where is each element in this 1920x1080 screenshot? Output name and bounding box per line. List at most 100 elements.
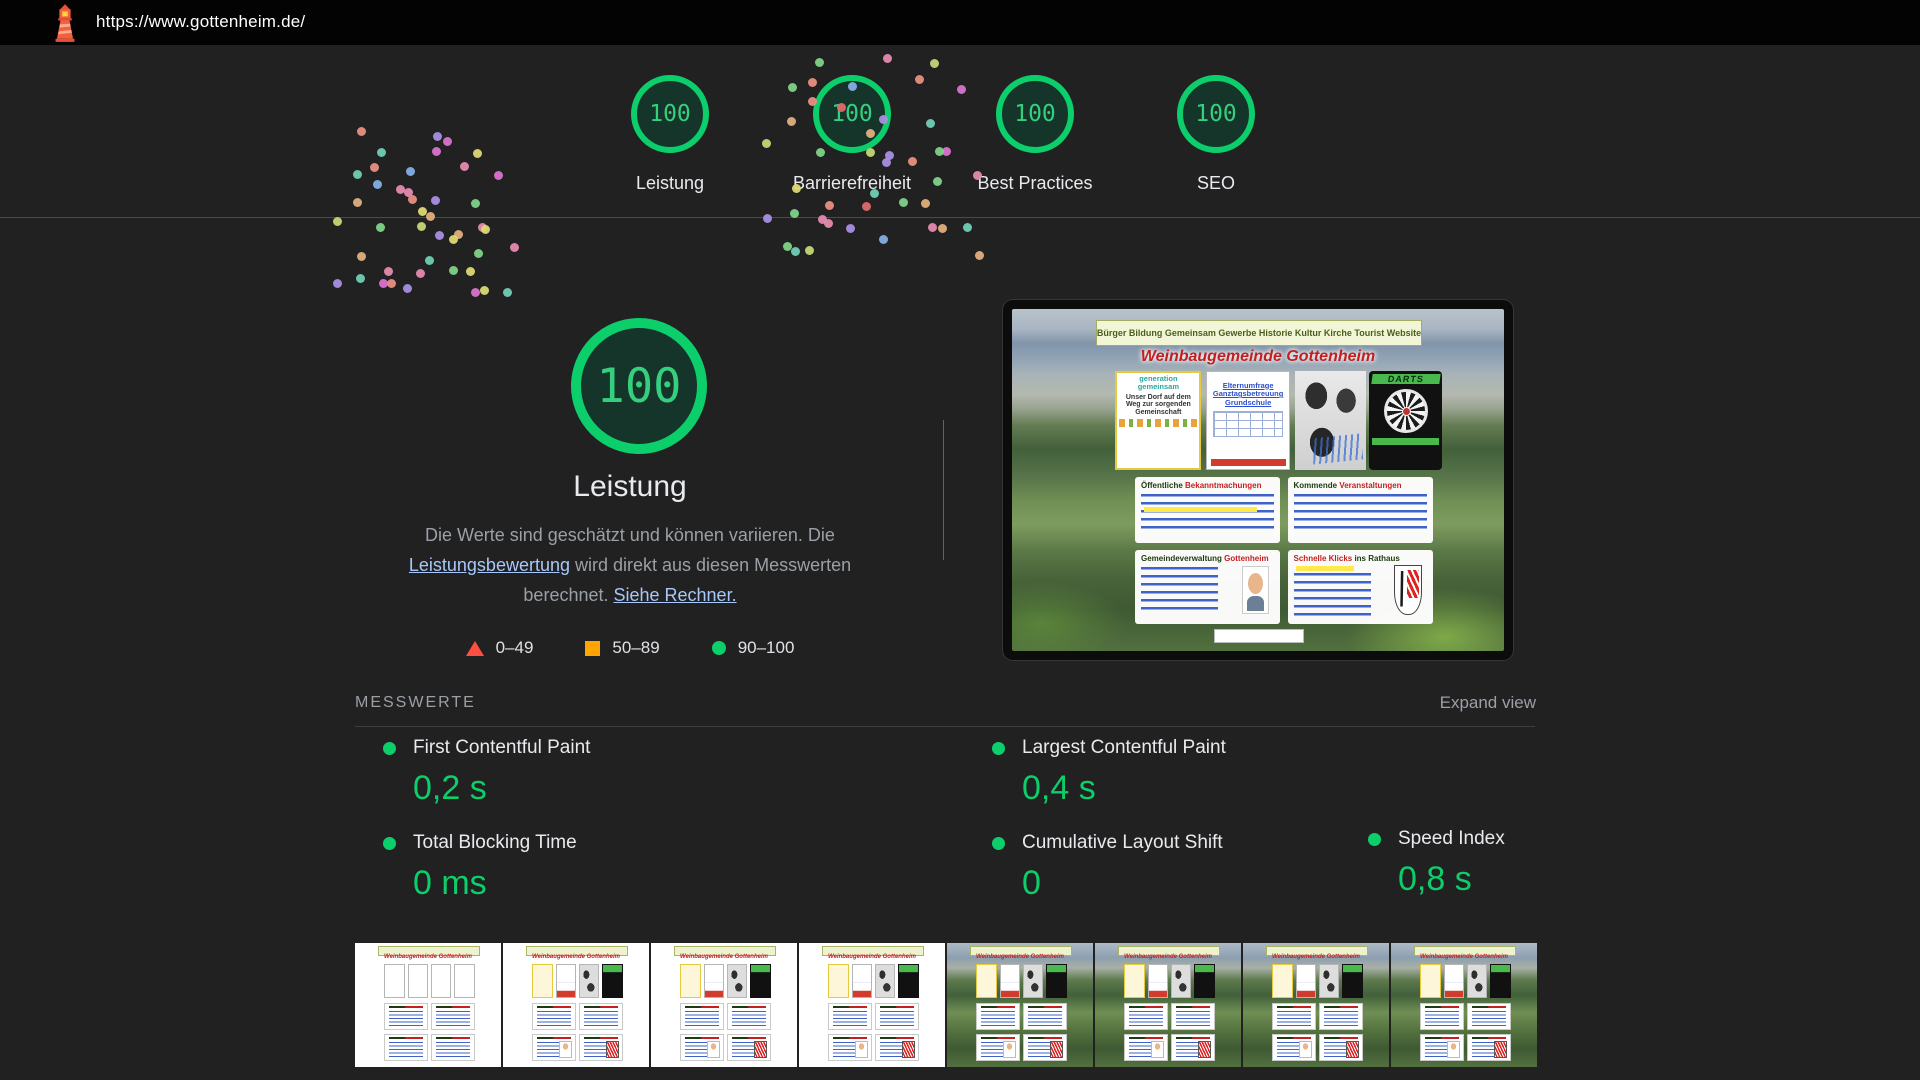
confetti-dot bbox=[825, 201, 834, 210]
legend-range: 50–89 bbox=[612, 638, 659, 658]
panel-gemeindeverwaltung: Gemeindeverwaltung Gottenheim bbox=[1135, 550, 1280, 624]
pass-circle-icon bbox=[383, 742, 396, 755]
confetti-dot bbox=[899, 198, 908, 207]
poster-script-text bbox=[1311, 433, 1363, 464]
confetti-dot bbox=[882, 158, 891, 167]
site-nav-bar: Bürger Bildung Gemeinsam Gewerbe Histori… bbox=[1096, 320, 1423, 346]
section-vertical-divider bbox=[943, 420, 944, 560]
performance-title: Leistung bbox=[404, 470, 856, 504]
filmstrip-frame: Weinbaugemeinde Gottenheim bbox=[1095, 943, 1241, 1067]
lighthouse-icon bbox=[44, 2, 86, 44]
average-square-icon bbox=[585, 641, 600, 656]
confetti-dot bbox=[763, 214, 772, 223]
confetti-dot bbox=[357, 127, 366, 136]
panel-bekanntmachungen: Öffentliche Bekanntmachungen bbox=[1135, 477, 1280, 544]
metric-label: Cumulative Layout Shift bbox=[1022, 832, 1223, 854]
confetti-dot bbox=[431, 196, 440, 205]
confetti-dot bbox=[416, 269, 425, 278]
filmstrip-frame: Weinbaugemeinde Gottenheim bbox=[503, 943, 649, 1067]
coat-of-arms bbox=[1394, 565, 1422, 616]
confetti-dot bbox=[816, 148, 825, 157]
confetti-dot bbox=[862, 202, 871, 211]
confetti-dot bbox=[963, 223, 972, 232]
site-screenshot-thumbnail: Bürger Bildung Gemeinsam Gewerbe Histori… bbox=[1003, 300, 1513, 660]
confetti-dot bbox=[432, 147, 441, 156]
dartboard-icon bbox=[1384, 389, 1428, 433]
gauge-best-practices[interactable]: 100 Best Practices bbox=[960, 75, 1110, 194]
poster-logos bbox=[1119, 419, 1197, 427]
gauge-ring: 100 bbox=[996, 75, 1074, 153]
confetti-dot bbox=[975, 251, 984, 260]
confetti-dot bbox=[879, 235, 888, 244]
confetti-dot bbox=[473, 149, 482, 158]
confetti-dot bbox=[866, 129, 875, 138]
confetti-dot bbox=[460, 162, 469, 171]
confetti-dot bbox=[915, 75, 924, 84]
confetti-dot bbox=[403, 284, 412, 293]
site-screenshot: Bürger Bildung Gemeinsam Gewerbe Histori… bbox=[1012, 309, 1504, 651]
confetti-dot bbox=[837, 103, 846, 112]
confetti-dot bbox=[377, 148, 386, 157]
highlighted-item bbox=[1144, 507, 1257, 512]
confetti-dot bbox=[353, 170, 362, 179]
confetti-dot bbox=[790, 209, 799, 218]
performance-score: 100 bbox=[597, 359, 682, 414]
pass-circle-icon bbox=[383, 837, 396, 850]
confetti-dot bbox=[808, 78, 817, 87]
gauge-barrierefreiheit[interactable]: 100 Barrierefreiheit bbox=[777, 75, 927, 194]
expand-view-button[interactable]: Expand view bbox=[1406, 693, 1536, 713]
confetti-dot bbox=[433, 132, 442, 141]
performance-score-gauge[interactable]: 100 bbox=[571, 318, 707, 454]
poster-elternumfrage: Elternumfrage Ganztagsbetreuung Grundsch… bbox=[1206, 371, 1290, 470]
confetti-dot bbox=[333, 279, 342, 288]
confetti-dot bbox=[792, 184, 801, 193]
pass-circle-icon bbox=[992, 742, 1005, 755]
portrait-photo bbox=[1242, 566, 1269, 614]
confetti-dot bbox=[824, 219, 833, 228]
poster-text: Unser Dorf auf dem Weg zur sorgenden Gem… bbox=[1119, 394, 1197, 417]
metric-label: First Contentful Paint bbox=[413, 737, 590, 759]
poster-darts: DARTS bbox=[1369, 371, 1443, 470]
filmstrip-frame: Weinbaugemeinde Gottenheim bbox=[1243, 943, 1389, 1067]
metric-value: 0,8 s bbox=[1398, 860, 1505, 899]
filmstrip-frame: Weinbaugemeinde Gottenheim bbox=[355, 943, 501, 1067]
panel-link-list bbox=[1294, 573, 1371, 621]
panel-heading: Kommende Veranstaltungen bbox=[1294, 481, 1427, 490]
gauge-seo[interactable]: 100 SEO bbox=[1141, 75, 1291, 194]
confetti-dot bbox=[384, 267, 393, 276]
link-siehe-rechner[interactable]: Siehe Rechner. bbox=[613, 585, 736, 605]
gauge-leistung[interactable]: 100 Leistung bbox=[595, 75, 745, 194]
metric-label: Largest Contentful Paint bbox=[1022, 737, 1226, 759]
confetti-dot bbox=[474, 249, 483, 258]
link-leistungsbewertung[interactable]: Leistungsbewertung bbox=[409, 555, 570, 575]
confetti-dot bbox=[466, 267, 475, 276]
legend-item-average: 50–89 bbox=[585, 638, 659, 658]
confetti-dot bbox=[494, 171, 503, 180]
confetti-dot bbox=[471, 288, 480, 297]
pagespeed-report: https://www.gottenheim.de/ 100 Leistung … bbox=[0, 0, 1920, 1080]
confetti-dot bbox=[443, 137, 452, 146]
metric-label: Total Blocking Time bbox=[413, 832, 577, 854]
confetti-dot bbox=[471, 199, 480, 208]
browser-topbar: https://www.gottenheim.de/ bbox=[0, 0, 1920, 45]
metric-value: 0 bbox=[1022, 864, 1223, 903]
confetti-dot bbox=[933, 177, 942, 186]
confetti-dot bbox=[846, 224, 855, 233]
confetti-dot bbox=[376, 223, 385, 232]
panel-link-list bbox=[1141, 494, 1274, 535]
confetti-dot bbox=[930, 59, 939, 68]
metric-value: 0,4 s bbox=[1022, 769, 1226, 808]
gauge-score: 100 bbox=[1014, 101, 1056, 127]
metrics-divider bbox=[355, 726, 1535, 727]
poster-collage bbox=[1295, 371, 1366, 470]
confetti-dot bbox=[848, 82, 857, 91]
pass-circle-icon bbox=[992, 837, 1005, 850]
confetti-dot bbox=[762, 139, 771, 148]
gauge-ring: 100 bbox=[631, 75, 709, 153]
metric-value: 0 ms bbox=[413, 864, 577, 903]
confetti-dot bbox=[870, 189, 879, 198]
poster-heading: DARTS bbox=[1371, 374, 1440, 384]
gauge-score: 100 bbox=[1195, 101, 1237, 127]
confetti-dot bbox=[408, 195, 417, 204]
metric-value: 0,2 s bbox=[413, 769, 590, 808]
